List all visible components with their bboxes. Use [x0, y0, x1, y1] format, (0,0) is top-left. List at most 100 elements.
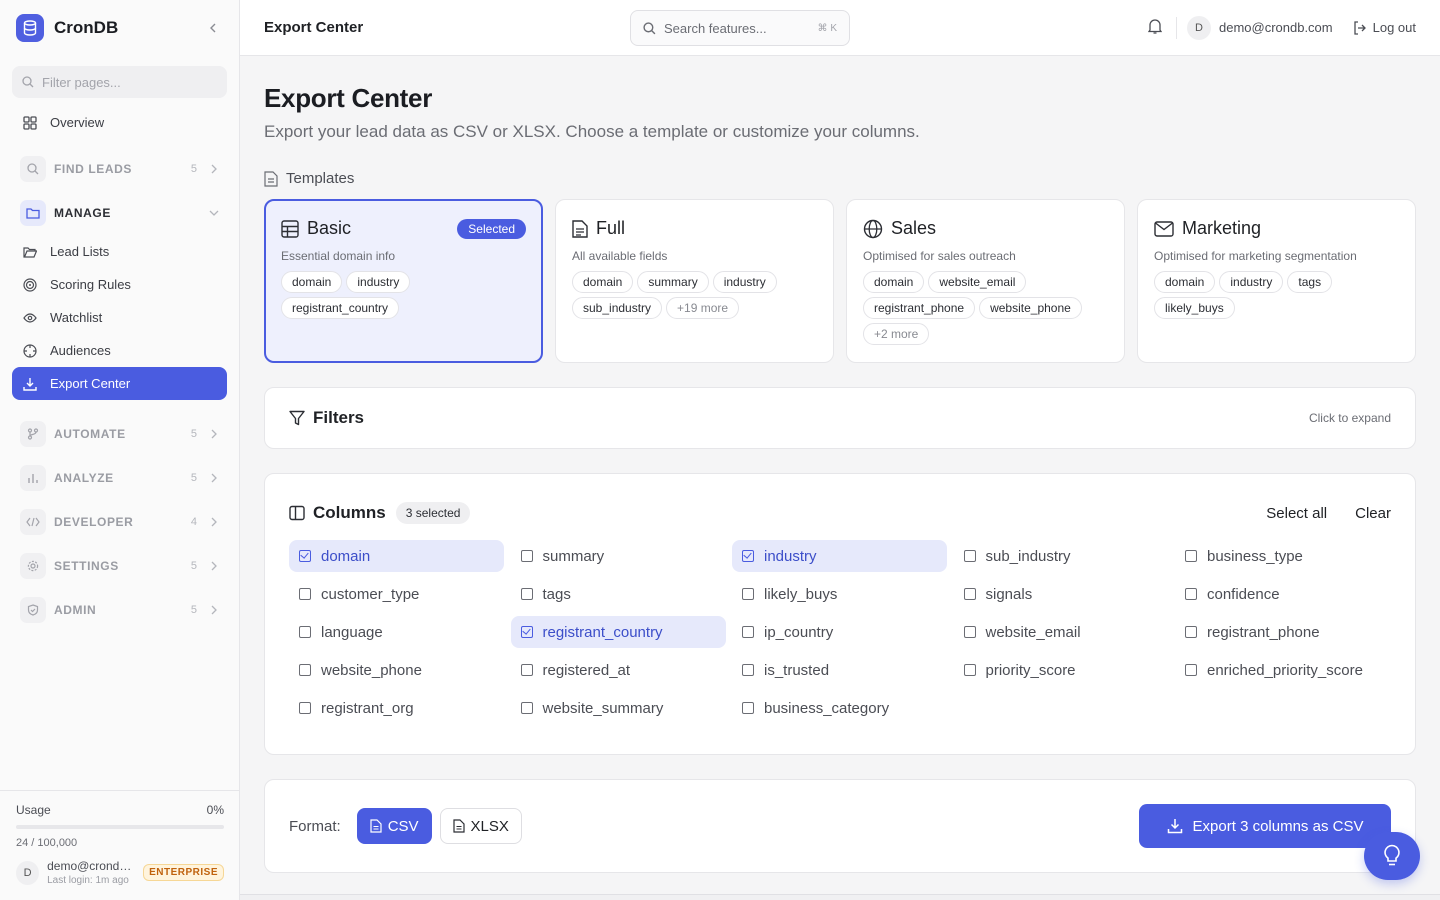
- more-fields-tag: +19 more: [666, 297, 740, 319]
- section-automate[interactable]: AUTOMATE 5: [12, 412, 227, 456]
- checkbox-icon[interactable]: [742, 702, 754, 714]
- logout-button[interactable]: Log out: [1353, 20, 1416, 35]
- checkbox-icon[interactable]: [299, 626, 311, 638]
- sidebar-item-lead-lists[interactable]: Lead Lists: [12, 235, 227, 268]
- column-option-domain[interactable]: domain: [289, 540, 504, 572]
- column-option-registrant-phone[interactable]: registrant_phone: [1175, 616, 1390, 648]
- column-option-label: customer_type: [321, 585, 420, 603]
- filters-panel[interactable]: Filters Click to expand: [264, 387, 1416, 449]
- clear-button[interactable]: Clear: [1355, 505, 1391, 522]
- field-tag: domain: [863, 271, 925, 293]
- checkbox-icon[interactable]: [963, 626, 976, 638]
- column-option-label: registrant_org: [321, 699, 414, 717]
- column-option-customer-type[interactable]: customer_type: [289, 578, 504, 610]
- column-option-registrant-country[interactable]: registrant_country: [510, 616, 726, 648]
- section-settings[interactable]: SETTINGS 5: [12, 544, 227, 588]
- format-csv-label: CSV: [387, 817, 419, 835]
- user-card[interactable]: D demo@crondb.com Last login: 1m ago ENT…: [16, 859, 224, 886]
- checkbox-checked-icon[interactable]: [742, 550, 754, 562]
- format-csv-button[interactable]: CSV: [356, 808, 432, 844]
- template-card-full[interactable]: Full All available fields domain summary…: [555, 199, 834, 363]
- section-admin[interactable]: ADMIN 5: [12, 588, 227, 632]
- select-all-button[interactable]: Select all: [1266, 505, 1327, 522]
- checkbox-icon[interactable]: [963, 664, 976, 676]
- column-option-priority-score[interactable]: priority_score: [954, 654, 1169, 686]
- column-option-business-category[interactable]: business_category: [732, 692, 947, 724]
- column-option-website-phone[interactable]: website_phone: [289, 654, 504, 686]
- column-option-label: industry: [764, 547, 817, 565]
- column-option-signals[interactable]: signals: [954, 578, 1169, 610]
- checkbox-icon[interactable]: [1185, 550, 1197, 562]
- checkbox-icon[interactable]: [299, 664, 311, 676]
- filter-pages-input[interactable]: [42, 74, 202, 90]
- format-xlsx-button[interactable]: XLSX: [439, 808, 522, 844]
- column-option-registrant-org[interactable]: registrant_org: [289, 692, 504, 724]
- checkbox-icon[interactable]: [1185, 588, 1197, 600]
- column-option-ip-country[interactable]: ip_country: [732, 616, 947, 648]
- user-email[interactable]: demo@crondb.com: [1219, 20, 1333, 35]
- more-fields-tag: +2 more: [863, 323, 930, 345]
- column-option-summary[interactable]: summary: [511, 540, 726, 572]
- column-option-label: ip_country: [764, 623, 834, 641]
- column-option-tags[interactable]: tags: [511, 578, 726, 610]
- checkbox-icon[interactable]: [1185, 664, 1197, 676]
- collapse-sidebar-button[interactable]: [203, 18, 223, 38]
- checkbox-icon[interactable]: [742, 588, 754, 600]
- checkbox-icon[interactable]: [742, 664, 754, 676]
- column-option-language[interactable]: language: [289, 616, 504, 648]
- checkbox-icon[interactable]: [963, 550, 976, 562]
- column-option-likely-buys[interactable]: likely_buys: [732, 578, 947, 610]
- checkbox-icon[interactable]: [742, 626, 754, 638]
- sidebar-item-export-center[interactable]: Export Center: [12, 367, 227, 400]
- section-developer[interactable]: DEVELOPER 4: [12, 500, 227, 544]
- help-fab-button[interactable]: [1364, 832, 1420, 880]
- checkbox-icon[interactable]: [963, 588, 976, 600]
- column-option-business-type[interactable]: business_type: [1175, 540, 1390, 572]
- workflow-icon: [20, 421, 46, 447]
- section-manage[interactable]: MANAGE: [12, 191, 227, 235]
- column-option-is-trusted[interactable]: is_trusted: [732, 654, 947, 686]
- sidebar-item-scoring-rules[interactable]: Scoring Rules: [12, 268, 227, 301]
- template-tags: domain summary industry sub_industry +19…: [572, 271, 817, 319]
- columns-grid: domain summary industry sub_industry busines…: [289, 540, 1391, 724]
- column-option-sub-industry[interactable]: sub_industry: [954, 540, 1169, 572]
- template-card-marketing[interactable]: Marketing Optimised for marketing segmen…: [1137, 199, 1416, 363]
- export-button[interactable]: Export 3 columns as CSV: [1139, 804, 1391, 848]
- brand: CronDB: [0, 0, 239, 56]
- sidebar-item-watchlist[interactable]: Watchlist: [12, 301, 227, 334]
- section-analyze[interactable]: ANALYZE 5: [12, 456, 227, 500]
- filter-pages-field[interactable]: [12, 66, 227, 98]
- chevron-right-icon: [209, 429, 219, 439]
- column-option-registered-at[interactable]: registered_at: [511, 654, 726, 686]
- section-find-leads[interactable]: FIND LEADS 5: [12, 147, 227, 191]
- section-label: SETTINGS: [54, 559, 119, 573]
- sidebar-item-overview[interactable]: Overview: [12, 106, 227, 139]
- field-tag: website_phone: [979, 297, 1082, 319]
- column-option-label: business_category: [764, 699, 890, 717]
- checkbox-icon[interactable]: [299, 588, 311, 600]
- checkbox-icon[interactable]: [520, 702, 533, 714]
- template-card-sales[interactable]: Sales Optimised for sales outreach domai…: [846, 199, 1125, 363]
- search-icon: [20, 156, 46, 182]
- column-option-enriched-priority-score[interactable]: enriched_priority_score: [1175, 654, 1390, 686]
- column-option-website-summary[interactable]: website_summary: [511, 692, 726, 724]
- checkbox-checked-icon[interactable]: [299, 550, 311, 562]
- search-icon: [22, 76, 34, 88]
- avatar[interactable]: D: [1186, 15, 1211, 40]
- search-features-field[interactable]: Search features... ⌘ K: [630, 10, 850, 46]
- column-option-label: language: [321, 623, 383, 641]
- checkbox-icon[interactable]: [520, 588, 533, 600]
- checkbox-icon[interactable]: [520, 550, 533, 562]
- column-option-website-email[interactable]: website_email: [954, 616, 1169, 648]
- checkbox-icon[interactable]: [1185, 626, 1197, 638]
- checkbox-icon[interactable]: [520, 664, 533, 676]
- checkbox-checked-icon[interactable]: [520, 626, 533, 638]
- checkbox-icon[interactable]: [299, 702, 311, 714]
- template-description: Optimised for marketing segmentation: [1154, 249, 1357, 263]
- template-card-basic[interactable]: Basic Selected Essential domain info dom…: [264, 199, 543, 363]
- bell-icon[interactable]: [1147, 18, 1163, 37]
- sidebar-item-audiences[interactable]: Audiences: [12, 334, 227, 367]
- section-count: 4: [190, 516, 197, 528]
- column-option-industry[interactable]: industry: [732, 540, 947, 572]
- column-option-confidence[interactable]: confidence: [1175, 578, 1390, 610]
